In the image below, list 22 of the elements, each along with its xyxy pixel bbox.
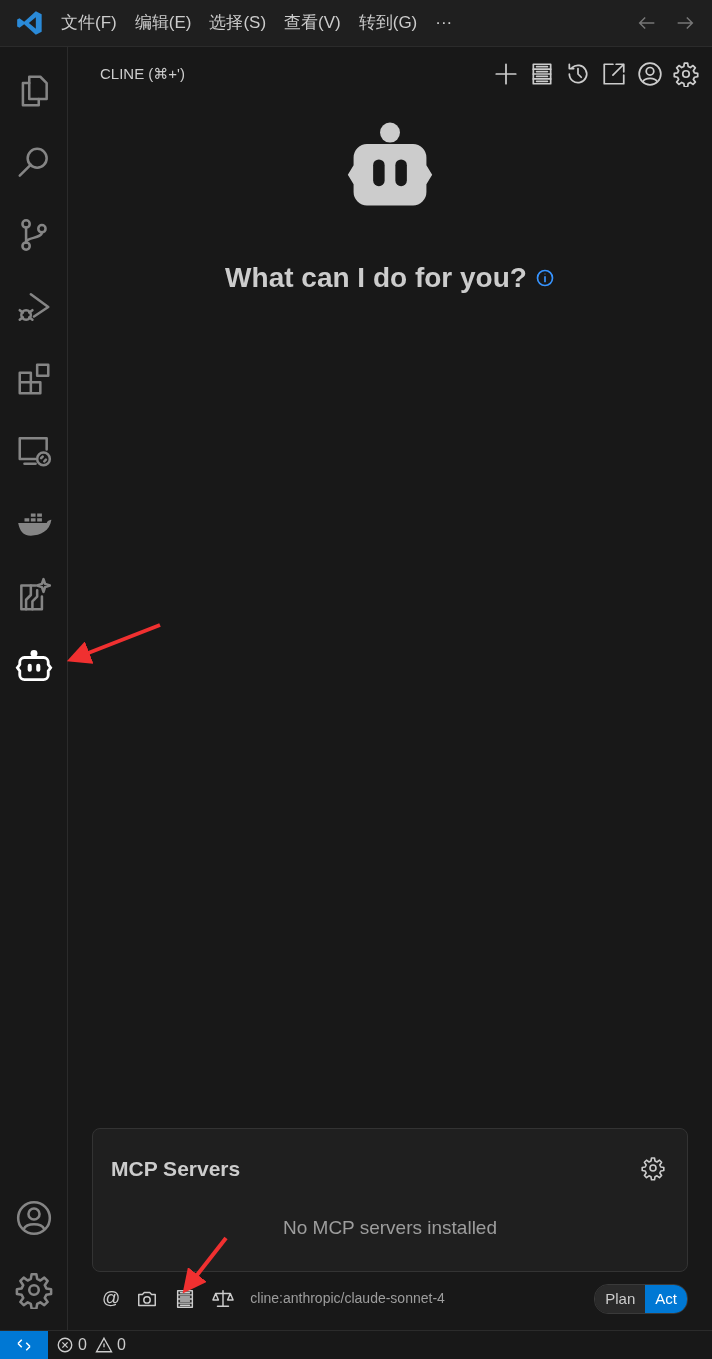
empty-message: No MCP servers installed [283,1217,497,1238]
mode-toggle[interactable]: Act [645,1284,687,1313]
error-icon[interactable] [56,1336,74,1354]
info-icon[interactable] [534,268,555,288]
menu-item[interactable]: 文件(F) [52,10,126,36]
menu-item[interactable]: 编辑(E) [125,10,201,36]
menu-item[interactable]: 查看(V) [275,10,350,36]
welcome-heading: What can I do for you? [225,261,527,295]
annotation-arrow [182,1236,228,1294]
warning-icon[interactable] [94,1336,113,1354]
model-selector[interactable]: cline:anthropic/claude-sonnet-4 [250,1288,445,1310]
warning-count[interactable]: 0 [116,1333,126,1357]
panel-title: CLINE (⌘+') [100,63,185,84]
mention-button[interactable]: @ [102,1285,121,1313]
menu-item[interactable]: 转到(G) [349,10,427,36]
vscode-logo-icon [16,9,44,37]
popup-title: MCP Servers [111,1155,241,1182]
menu-item[interactable]: 选择(S) [200,10,276,36]
scale-icon[interactable] [212,1287,235,1310]
error-count[interactable]: 0 [78,1333,87,1357]
menu-item[interactable]: ··· [426,10,462,36]
mode-toggle[interactable]: Plan [595,1284,646,1313]
